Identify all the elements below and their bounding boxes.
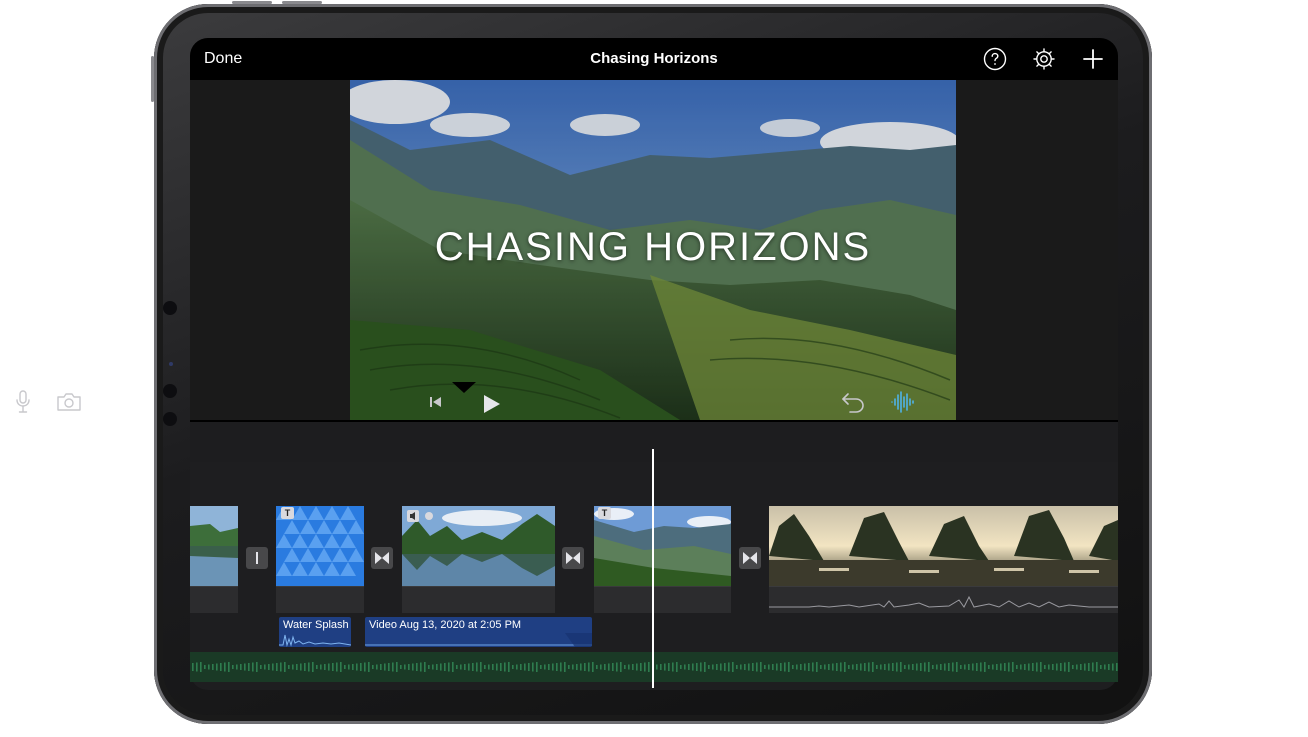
clip-audio-strip	[276, 586, 364, 613]
add-icon[interactable]	[1081, 47, 1105, 71]
audio-clip-label: Water Splash	[283, 619, 349, 631]
video-clip[interactable]	[594, 506, 731, 586]
audio-waveform	[365, 633, 592, 647]
sensor-dot	[169, 362, 173, 366]
project-title: Chasing Horizons	[590, 50, 718, 67]
music-waveform	[192, 662, 1118, 672]
playhead-notch	[452, 382, 476, 393]
audio-clip-water-splash[interactable]: Water Splash	[279, 617, 351, 647]
video-preview[interactable]: CHASING HORIZONS	[350, 80, 956, 420]
playback-controls	[190, 420, 1118, 464]
audio-waveform-icon[interactable]	[890, 390, 916, 414]
cross-dissolve-icon[interactable]	[371, 547, 393, 569]
background-music-track[interactable]	[190, 652, 1118, 682]
clip-audio-strip	[190, 586, 238, 613]
gear-icon[interactable]	[1032, 47, 1056, 71]
clip-waveform	[769, 595, 1118, 608]
cut-transition-icon[interactable]	[246, 547, 268, 569]
cross-dissolve-icon[interactable]	[562, 547, 584, 569]
muted-speaker-icon	[407, 510, 433, 522]
video-viewer: CHASING HORIZONS	[190, 80, 1118, 420]
audio-waveform	[279, 634, 351, 647]
sensor	[163, 412, 177, 426]
playhead[interactable]	[652, 449, 654, 688]
help-icon[interactable]	[983, 47, 1007, 71]
camera-icon[interactable]	[56, 392, 82, 412]
clip-audio-strip	[594, 586, 731, 613]
video-clip[interactable]	[190, 506, 238, 586]
top-bar: Done Chasing Horizons	[190, 38, 1118, 80]
title-badge-icon: T	[281, 507, 294, 519]
clip-audio-strip	[769, 586, 1118, 613]
title-badge-icon: T	[598, 507, 611, 519]
undo-icon[interactable]	[840, 391, 866, 413]
mic-icon[interactable]	[14, 390, 32, 414]
play-icon[interactable]	[480, 393, 502, 415]
volume-button	[282, 1, 322, 4]
title-overlay: CHASING HORIZONS	[434, 225, 872, 269]
front-camera	[163, 301, 177, 315]
cross-dissolve-icon[interactable]	[739, 547, 761, 569]
video-clip[interactable]	[769, 506, 1118, 586]
power-button	[151, 56, 154, 102]
audio-clip-label: Video Aug 13, 2020 at 2:05 PM	[369, 619, 522, 631]
volume-button	[232, 1, 272, 4]
sensor	[163, 384, 177, 398]
clip-audio-strip	[402, 586, 555, 613]
skip-back-icon[interactable]	[428, 395, 444, 409]
audio-clip-video[interactable]: Video Aug 13, 2020 at 2:05 PM	[365, 617, 592, 647]
